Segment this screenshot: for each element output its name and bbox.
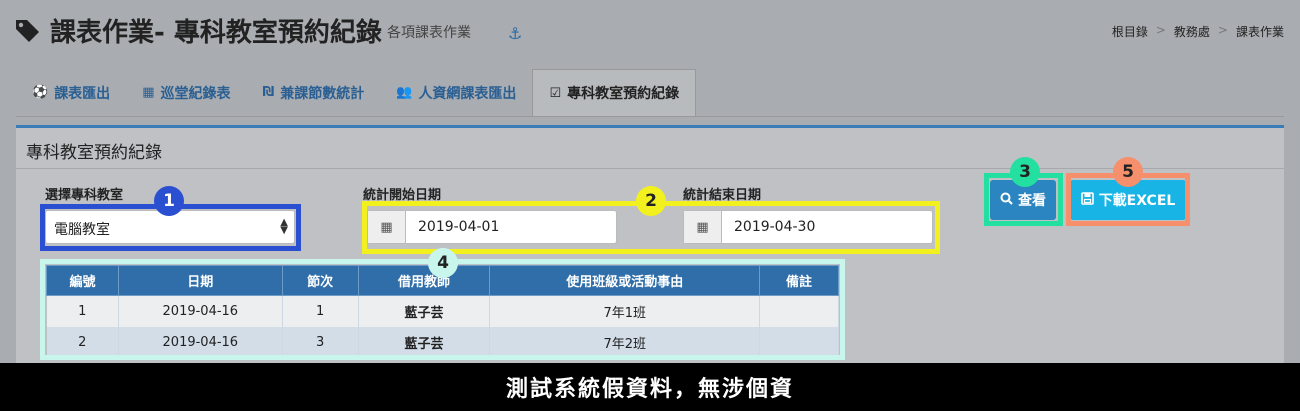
breadcrumb-separator: > (1155, 23, 1166, 37)
breadcrumb-root[interactable]: 根目錄 (1112, 23, 1148, 40)
currency-icon: ₪ (262, 85, 275, 100)
step-badge-1: 1 (154, 186, 184, 216)
tab-label: 兼課節數統計 (280, 85, 365, 102)
step-badge-4: 4 (428, 248, 458, 278)
breadcrumb: 根目錄 > 教務處 > 課表作業 (1112, 23, 1284, 40)
calendar-icon: ▦ (142, 85, 155, 100)
tab-label: 專科教室預約紀錄 (567, 86, 680, 102)
tab-bar: ⚽ 課表匯出 ▦ 巡堂紀錄表 ₪ 兼課節數統計 👥 人資網課表匯出 ☑ 專科教室… (16, 69, 697, 116)
tab-classroom-booking[interactable]: ☑ 專科教室預約紀錄 (532, 69, 697, 116)
classroom-label: 選擇專科教室 (45, 188, 124, 203)
tab-label: 巡堂紀錄表 (160, 85, 231, 102)
tags-icon (16, 20, 39, 42)
tab-label: 人資網課表匯出 (418, 85, 517, 102)
tab-divider (16, 116, 1284, 117)
panel-title: 專科教室預約紀錄 (26, 143, 162, 163)
tab-part-time-stats[interactable]: ₪ 兼課節數統計 (246, 69, 380, 116)
tab-hr-export[interactable]: 👥 人資網課表匯出 (380, 69, 532, 116)
calendar-check-icon: ☑ (549, 85, 562, 101)
anchor-icon[interactable]: ⚓ (508, 24, 522, 43)
step-badge-2: 2 (636, 186, 666, 216)
tab-schedule-export[interactable]: ⚽ 課表匯出 (16, 69, 126, 116)
soccer-ball-icon: ⚽ (32, 85, 49, 100)
panel-divider (16, 168, 1284, 169)
step-badge-5: 5 (1113, 157, 1143, 187)
breadcrumb-current: 課表作業 (1235, 25, 1284, 39)
page-header: 課表作業- 專科教室預約紀錄 各項課表作業 ⚓ 根目錄 > 教務處 > 課表作業 (0, 0, 1300, 62)
tab-label: 課表匯出 (54, 85, 111, 102)
page-subtitle: 各項課表作業 (387, 25, 471, 41)
disclaimer-caption: 測試系統假資料，無涉個資 (0, 363, 1300, 411)
users-icon: 👥 (396, 85, 413, 100)
breadcrumb-academic-office[interactable]: 教務處 (1174, 23, 1210, 40)
page-title: 課表作業- 專科教室預約紀錄 (50, 18, 382, 48)
step-badge-3: 3 (1010, 157, 1040, 187)
tab-patrol-record[interactable]: ▦ 巡堂紀錄表 (126, 69, 246, 116)
breadcrumb-separator: > (1217, 23, 1228, 37)
